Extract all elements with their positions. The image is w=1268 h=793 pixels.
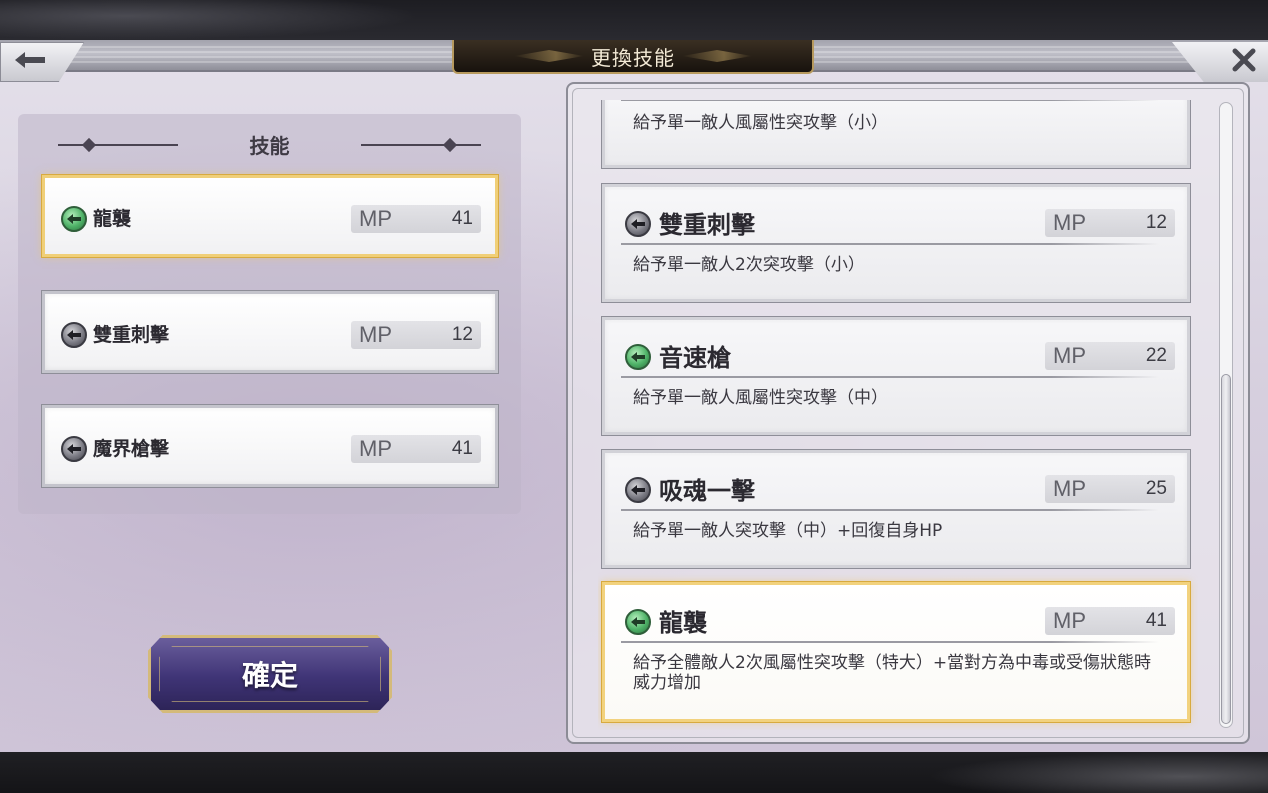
skill-name: 龍襲 bbox=[659, 608, 707, 637]
title-ornament-left bbox=[514, 50, 584, 62]
skill-divider bbox=[621, 100, 1159, 101]
confirm-button[interactable]: 確定 bbox=[148, 635, 392, 713]
top-bar bbox=[0, 0, 1268, 40]
pierce-skill-icon bbox=[61, 436, 87, 462]
wind-skill-icon bbox=[61, 206, 87, 232]
confirm-label: 確定 bbox=[241, 659, 298, 692]
equipped-slot-name: 魔界槍擊 bbox=[93, 438, 170, 460]
equipped-panel-title: 技能 bbox=[249, 133, 290, 158]
mp-label: MP bbox=[1053, 210, 1086, 235]
mp-label: MP bbox=[1053, 608, 1086, 633]
skill-list-item[interactable]: 龍襲 MP 41 給予全體敵人2次風屬性突攻擊（特大）+當對方為中毒或受傷狀態時… bbox=[602, 582, 1190, 722]
ornament-line-right bbox=[361, 144, 481, 146]
top-art bbox=[0, 0, 420, 40]
ornament-line-left bbox=[58, 144, 178, 146]
skill-name: 音速槍 bbox=[659, 343, 731, 372]
skill-list-item[interactable]: 音速槍 MP 22 給予單一敵人風屬性突攻擊（中） bbox=[602, 317, 1190, 435]
skill-divider bbox=[621, 243, 1159, 245]
title-plate: 更換技能 bbox=[452, 40, 814, 74]
skill-description: 給予單一敵人風屬性突攻擊（小） bbox=[633, 113, 888, 133]
scrollbar-thumb[interactable] bbox=[1221, 374, 1231, 724]
mp-value: 12 bbox=[1145, 212, 1167, 233]
mp-label: MP bbox=[1053, 343, 1086, 368]
equipped-slot-1[interactable]: 龍襲 MP 41 bbox=[42, 175, 498, 257]
skill-description: 給予單一敵人2次突攻擊（小） bbox=[633, 255, 865, 275]
mp-value: 41 bbox=[451, 438, 473, 459]
skill-name: 吸魂一擊 bbox=[659, 476, 755, 505]
mp-label: MP bbox=[359, 322, 392, 347]
equipped-slot-name: 龍襲 bbox=[93, 208, 132, 230]
mp-value: 41 bbox=[451, 208, 473, 229]
mp-value: 12 bbox=[451, 324, 473, 345]
equipped-slot-name: 雙重刺擊 bbox=[93, 324, 170, 346]
equipped-slot-2[interactable]: 雙重刺擊 MP 12 bbox=[42, 291, 498, 373]
mp-label: MP bbox=[1053, 476, 1086, 501]
mp-cost-box: MP 12 bbox=[1045, 209, 1175, 237]
skill-name: 雙重刺擊 bbox=[659, 210, 755, 239]
pierce-skill-icon bbox=[625, 211, 651, 237]
skill-divider bbox=[621, 641, 1159, 643]
bottom-bar bbox=[0, 752, 1268, 793]
pierce-skill-icon bbox=[61, 322, 87, 348]
wind-skill-icon bbox=[625, 344, 651, 370]
skill-list-item[interactable]: 吸魂一擊 MP 25 給予單一敵人突攻擊（中）+回復自身HP bbox=[602, 450, 1190, 568]
wind-skill-icon bbox=[625, 609, 651, 635]
mp-label: MP bbox=[359, 206, 392, 231]
arrow-left-icon bbox=[13, 50, 47, 74]
skill-list-item[interactable]: 給予單一敵人風屬性突攻擊（小） bbox=[602, 100, 1190, 168]
mp-cost-box: MP 25 bbox=[1045, 475, 1175, 503]
skill-description: 給予單一敵人風屬性突攻擊（中） bbox=[633, 388, 888, 408]
page-title: 更換技能 bbox=[591, 45, 675, 70]
skill-divider bbox=[621, 376, 1159, 378]
equipped-slot-3[interactable]: 魔界槍擊 MP 41 bbox=[42, 405, 498, 487]
mp-cost-box: MP 41 bbox=[1045, 607, 1175, 635]
mp-cost-box: MP 41 bbox=[351, 205, 481, 233]
mp-cost-box: MP 12 bbox=[351, 321, 481, 349]
title-ornament-right bbox=[682, 50, 752, 62]
skill-description: 給予單一敵人突攻擊（中）+回復自身HP bbox=[633, 521, 943, 541]
skill-description: 給予全體敵人2次風屬性突攻擊（特大）+當對方為中毒或受傷狀態時威力增加 bbox=[633, 653, 1152, 693]
close-icon bbox=[1230, 46, 1258, 78]
mp-value: 22 bbox=[1145, 345, 1167, 366]
skill-list[interactable]: 給予單一敵人風屬性突攻擊（小） 雙重刺擊 MP 12 給予單一敵人2次突攻擊（小… bbox=[598, 100, 1198, 730]
pierce-skill-icon bbox=[625, 477, 651, 503]
skill-divider bbox=[621, 509, 1159, 511]
mp-value: 25 bbox=[1145, 478, 1167, 499]
ornament-diamond-left bbox=[81, 137, 97, 153]
mp-cost-box: MP 41 bbox=[351, 435, 481, 463]
bottom-art bbox=[928, 752, 1268, 793]
skill-list-item[interactable]: 雙重刺擊 MP 12 給予單一敵人2次突攻擊（小） bbox=[602, 184, 1190, 302]
mp-cost-box: MP 22 bbox=[1045, 342, 1175, 370]
equipped-panel-header: 技能 bbox=[18, 128, 521, 160]
mp-value: 41 bbox=[1145, 610, 1167, 631]
mp-label: MP bbox=[359, 436, 392, 461]
